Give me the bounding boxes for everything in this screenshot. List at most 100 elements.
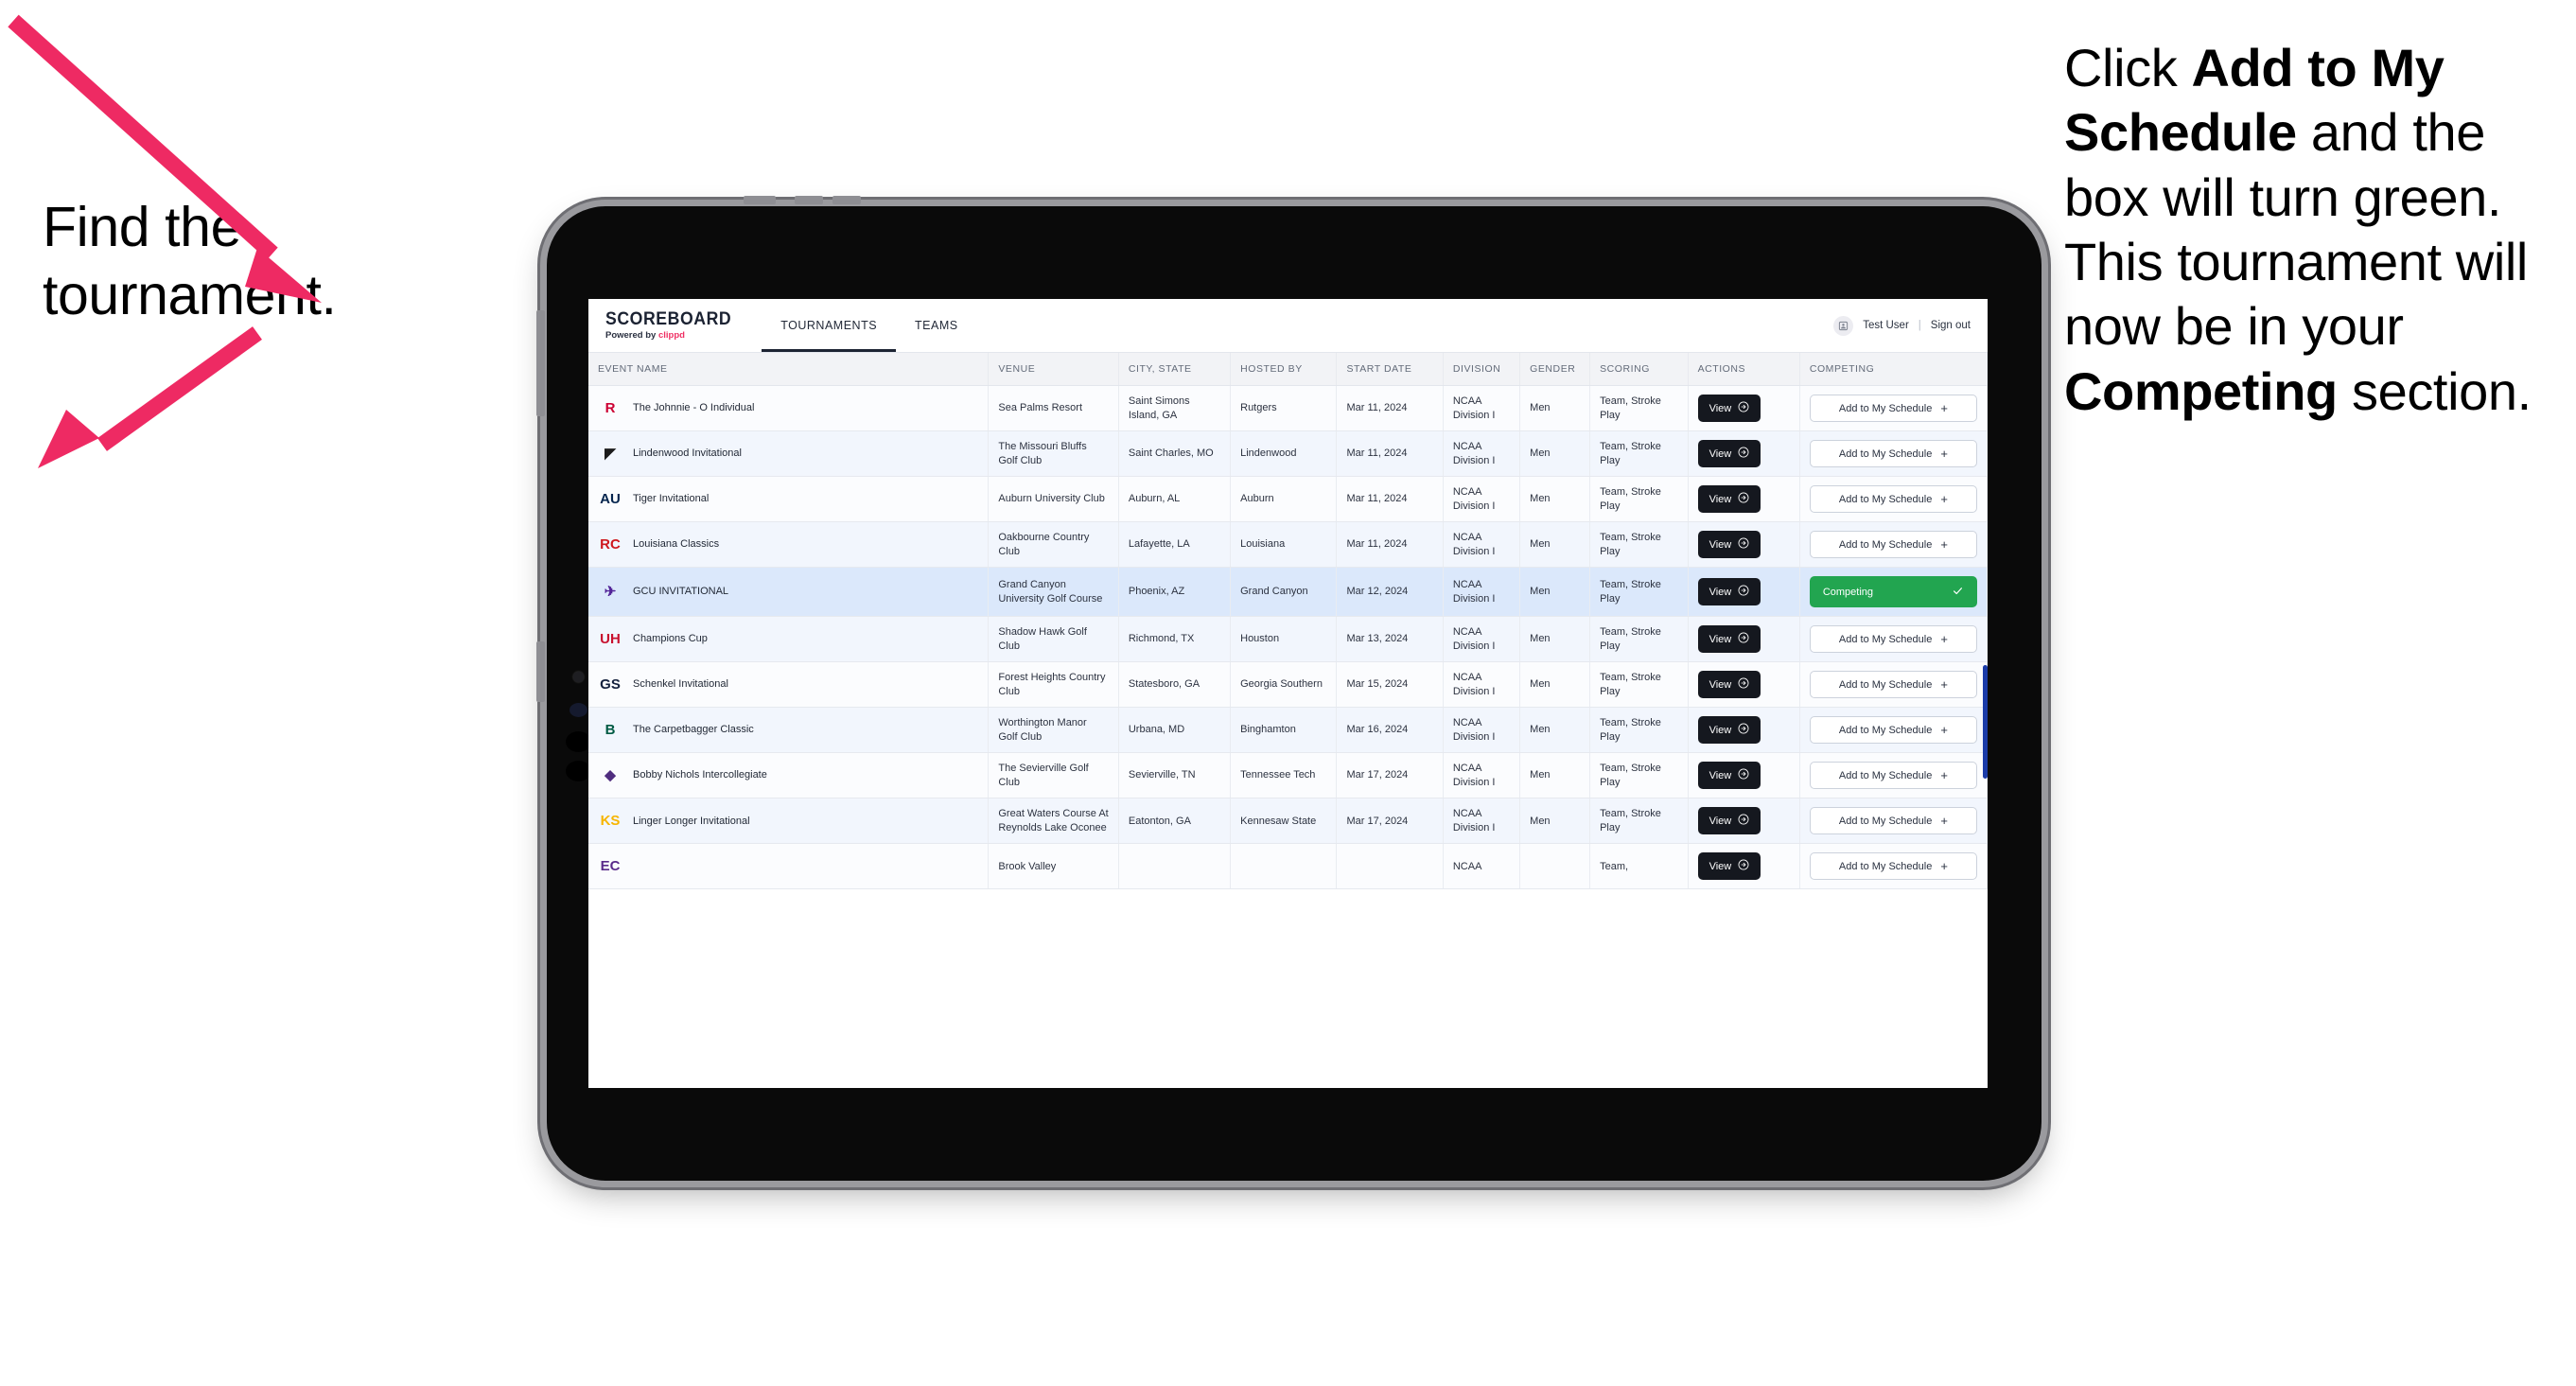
vertical-scrollbar-thumb[interactable] bbox=[1983, 665, 1988, 779]
add-to-my-schedule-button[interactable]: Add to My Schedule + bbox=[1809, 395, 1977, 423]
add-to-my-schedule-label: Add to My Schedule bbox=[1838, 769, 1933, 781]
cell-competing: Add to My Schedule + bbox=[1799, 476, 1988, 523]
view-button[interactable]: View bbox=[1697, 440, 1761, 468]
column-header-competing[interactable]: COMPETING bbox=[1799, 353, 1988, 386]
cell-city-state: Phoenix, AZ bbox=[1118, 567, 1232, 618]
tournaments-table-scroll[interactable]: EVENT NAME VENUE CITY, STATE HOSTED BY START… bbox=[588, 353, 1988, 1088]
arrow-circle-right-icon bbox=[1738, 401, 1749, 415]
column-header-actions[interactable]: ACTIONS bbox=[1688, 353, 1800, 386]
plus-icon: + bbox=[1940, 859, 1948, 874]
add-to-my-schedule-label: Add to My Schedule bbox=[1838, 678, 1933, 691]
brand-title: SCOREBOARD bbox=[605, 309, 732, 330]
cell-gender: Men bbox=[1519, 567, 1591, 618]
add-to-my-schedule-button[interactable]: Add to My Schedule + bbox=[1809, 716, 1977, 745]
column-header-city-state[interactable]: CITY, STATE bbox=[1118, 353, 1232, 386]
add-to-my-schedule-label: Add to My Schedule bbox=[1838, 493, 1933, 505]
cell-venue: Auburn University Club bbox=[988, 476, 1119, 523]
table-row[interactable]: KS Linger Longer Invitational Great Waters… bbox=[588, 798, 1988, 845]
cell-scoring: Team, Stroke Play bbox=[1589, 661, 1689, 709]
view-button-label: View bbox=[1709, 724, 1732, 736]
view-button[interactable]: View bbox=[1697, 395, 1761, 423]
table-row[interactable]: GS Schenkel Invitational Forest Heights Co… bbox=[588, 661, 1988, 709]
add-to-my-schedule-button[interactable]: Add to My Schedule + bbox=[1809, 485, 1977, 514]
cell-competing: Add to My Schedule + bbox=[1799, 661, 1988, 709]
check-icon bbox=[1952, 585, 1964, 599]
view-button[interactable]: View bbox=[1697, 485, 1761, 514]
add-to-my-schedule-button[interactable]: Add to My Schedule + bbox=[1809, 625, 1977, 654]
table-row[interactable]: ✈ GCU INVITATIONAL Grand Canyon University… bbox=[588, 567, 1988, 618]
add-to-my-schedule-button[interactable]: Add to My Schedule + bbox=[1809, 440, 1977, 468]
power-button[interactable] bbox=[744, 196, 776, 204]
tab-teams[interactable]: TEAMS bbox=[896, 299, 977, 352]
view-button[interactable]: View bbox=[1697, 852, 1761, 881]
cell-event-name: EC bbox=[588, 843, 990, 890]
view-button[interactable]: View bbox=[1697, 531, 1761, 559]
table-row[interactable]: ◆ Bobby Nichols Intercollegiate The Sevier… bbox=[588, 752, 1988, 799]
add-to-my-schedule-button[interactable]: Add to My Schedule + bbox=[1809, 671, 1977, 699]
view-button[interactable]: View bbox=[1697, 762, 1761, 790]
column-header-hosted-by[interactable]: HOSTED BY bbox=[1230, 353, 1338, 386]
cell-venue: Shadow Hawk Golf Club bbox=[988, 616, 1119, 663]
brand-logo[interactable]: SCOREBOARD Powered by clippd bbox=[588, 299, 762, 352]
volume-up-button[interactable] bbox=[795, 196, 823, 204]
cell-hosted-by: Tennessee Tech bbox=[1230, 752, 1338, 799]
cell-hosted-by: Grand Canyon bbox=[1230, 567, 1338, 618]
table-row[interactable]: ◤ Lindenwood Invitational The Missouri Blu… bbox=[588, 430, 1988, 478]
cell-scoring: Team, Stroke Play bbox=[1589, 798, 1689, 845]
side-button-secondary[interactable] bbox=[536, 641, 545, 702]
column-header-start-date[interactable]: START DATE bbox=[1336, 353, 1444, 386]
tab-tournaments[interactable]: TOURNAMENTS bbox=[762, 299, 896, 352]
event-name-label: The Johnnie - O Individual bbox=[633, 402, 755, 414]
cell-division: NCAA Division I bbox=[1443, 430, 1521, 478]
view-button[interactable]: View bbox=[1697, 671, 1761, 699]
table-row[interactable]: AU Tiger Invitational Auburn University Cl… bbox=[588, 476, 1988, 523]
view-button[interactable]: View bbox=[1697, 625, 1761, 654]
event-name-label: The Carpetbagger Classic bbox=[633, 724, 754, 736]
view-button[interactable]: View bbox=[1697, 716, 1761, 745]
table-header-row: EVENT NAME VENUE CITY, STATE HOSTED BY START… bbox=[588, 353, 1988, 386]
column-header-gender[interactable]: GENDER bbox=[1519, 353, 1591, 386]
add-to-my-schedule-button[interactable]: Add to My Schedule + bbox=[1809, 807, 1977, 835]
cell-hosted-by: Georgia Southern bbox=[1230, 661, 1338, 709]
view-button-label: View bbox=[1709, 402, 1732, 414]
side-button[interactable] bbox=[536, 310, 545, 416]
table-row[interactable]: R The Johnnie - O Individual Sea Palms Res… bbox=[588, 385, 1988, 432]
table-row[interactable]: RC Louisiana Classics Oakbourne Country Cl… bbox=[588, 521, 1988, 569]
header-user-area: Test User | Sign out bbox=[1833, 299, 1988, 352]
cell-actions: View bbox=[1688, 843, 1800, 890]
table-row[interactable]: UH Champions Cup Shadow Hawk Golf Club Rich… bbox=[588, 616, 1988, 663]
competing-button[interactable]: Competing bbox=[1809, 576, 1977, 608]
cell-competing: Add to My Schedule + bbox=[1799, 752, 1988, 799]
cell-start-date: Mar 16, 2024 bbox=[1336, 707, 1444, 754]
column-header-division[interactable]: DIVISION bbox=[1443, 353, 1521, 386]
table-row[interactable]: EC Brook Valley NCAA Team, View Add to My Sch… bbox=[588, 843, 1988, 890]
table-row[interactable]: B The Carpetbagger Classic Worthington Man… bbox=[588, 707, 1988, 754]
column-header-event-name[interactable]: EVENT NAME bbox=[588, 353, 990, 386]
view-button-label: View bbox=[1709, 538, 1732, 551]
plus-icon: + bbox=[1940, 814, 1948, 829]
cell-scoring: Team, Stroke Play bbox=[1589, 707, 1689, 754]
front-camera-icon bbox=[573, 672, 584, 682]
cell-city-state: Richmond, TX bbox=[1118, 616, 1232, 663]
column-header-venue[interactable]: VENUE bbox=[988, 353, 1119, 386]
sign-out-link[interactable]: Sign out bbox=[1931, 320, 1971, 331]
column-header-scoring[interactable]: SCORING bbox=[1589, 353, 1689, 386]
arrow-circle-right-icon bbox=[1738, 768, 1749, 782]
sensor-icon bbox=[570, 703, 587, 717]
add-to-my-schedule-button[interactable]: Add to My Schedule + bbox=[1809, 531, 1977, 559]
user-avatar-icon[interactable] bbox=[1833, 315, 1854, 336]
cell-start-date: Mar 17, 2024 bbox=[1336, 798, 1444, 845]
add-to-my-schedule-label: Add to My Schedule bbox=[1838, 724, 1933, 736]
cell-event-name: ◆ Bobby Nichols Intercollegiate bbox=[588, 752, 990, 799]
cell-hosted-by bbox=[1230, 843, 1338, 890]
view-button[interactable]: View bbox=[1697, 578, 1761, 606]
add-to-my-schedule-button[interactable]: Add to My Schedule + bbox=[1809, 762, 1977, 790]
view-button[interactable]: View bbox=[1697, 807, 1761, 835]
grand-canyon-lopes-logo: ✈ bbox=[604, 584, 617, 601]
annotation-right-run-0: Click bbox=[2064, 38, 2192, 97]
table-header: EVENT NAME VENUE CITY, STATE HOSTED BY START… bbox=[588, 353, 1988, 386]
cell-city-state bbox=[1118, 843, 1232, 890]
volume-down-button[interactable] bbox=[832, 196, 861, 204]
event-name-label: Louisiana Classics bbox=[633, 538, 720, 551]
add-to-my-schedule-button[interactable]: Add to My Schedule + bbox=[1809, 852, 1977, 881]
